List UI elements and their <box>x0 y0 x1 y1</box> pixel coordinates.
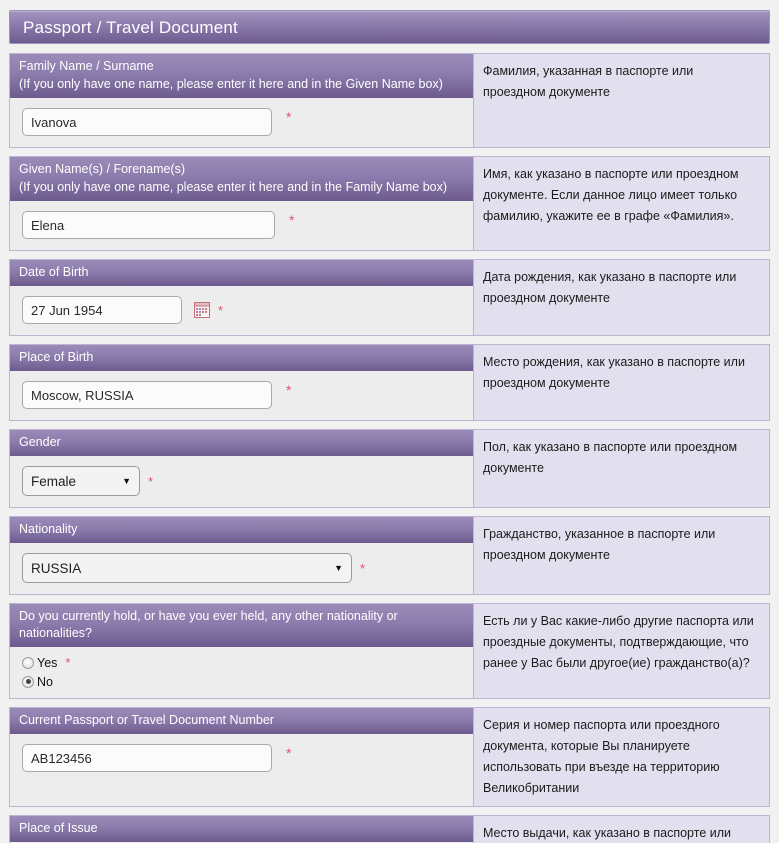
required-marker: * <box>148 473 154 489</box>
help-text-other-nationality: Есть ли у Вас какие-либо другие паспорта… <box>473 604 769 698</box>
field-label-text: Given Name(s) / Forename(s) <box>19 162 186 176</box>
family-name-input[interactable] <box>22 108 272 136</box>
required-marker: * <box>286 745 292 761</box>
field-area: * <box>10 286 473 335</box>
field-label-nationality: Nationality <box>10 517 473 543</box>
field-label-family-name: Family Name / Surname (If you only have … <box>10 54 473 98</box>
help-text-given-name: Имя, как указано в паспорте или проездно… <box>473 157 769 250</box>
field-label-date-of-birth: Date of Birth <box>10 260 473 286</box>
chevron-down-icon: ▼ <box>122 476 131 486</box>
field-area: * <box>10 734 473 783</box>
form-row-place-of-issue: Place of Issue * Место выдачи, как указа… <box>9 815 770 843</box>
field-area: RUSSIA ▼ * <box>10 543 473 594</box>
nationality-select[interactable]: RUSSIA ▼ <box>22 553 352 583</box>
required-marker: * <box>286 109 292 125</box>
field-area: * <box>10 201 473 250</box>
field-label-other-nationality: Do you currently hold, or have you ever … <box>10 604 473 647</box>
form-row-left: Given Name(s) / Forename(s) (If you only… <box>10 157 473 250</box>
required-marker: * <box>286 382 292 398</box>
required-marker: * <box>218 302 224 318</box>
field-label-text: Do you currently hold, or have you ever … <box>19 609 398 640</box>
field-area: * <box>10 371 473 420</box>
place-of-birth-input[interactable] <box>22 381 272 409</box>
nationality-select-value: RUSSIA <box>31 560 82 576</box>
form-row-date-of-birth: Date of Birth 27 Jun 1954 * Дата рождени… <box>9 259 770 336</box>
field-label-place-of-birth: Place of Birth <box>10 345 473 371</box>
field-sublabel-text: (If you only have one name, please enter… <box>19 77 443 91</box>
help-text-family-name: Фамилия, указанная в паспорте или проезд… <box>473 54 769 147</box>
form-row-left: Date of Birth 27 Jun 1954 * <box>10 260 473 335</box>
help-text-nationality: Гражданство, указанное в паспорте или пр… <box>473 517 769 594</box>
help-text-place-of-birth: Место рождения, как указано в паспорте и… <box>473 345 769 420</box>
other-nationality-radio-group: Yes * No <box>10 647 473 698</box>
help-text-passport-number: Серия и номер паспорта или проездного до… <box>473 708 769 806</box>
form-row-nationality: Nationality RUSSIA ▼ * Гражданство, указ… <box>9 516 770 595</box>
field-label-text: Nationality <box>19 522 78 536</box>
form-row-passport-number: Current Passport or Travel Document Numb… <box>9 707 770 807</box>
chevron-down-icon: ▼ <box>334 563 343 573</box>
passport-number-input[interactable] <box>22 744 272 772</box>
field-label-passport-number: Current Passport or Travel Document Numb… <box>10 708 473 734</box>
field-area: * <box>10 98 473 147</box>
form-row-left: Place of Birth * <box>10 345 473 420</box>
field-sublabel-text: (If you only have one name, please enter… <box>19 180 448 194</box>
form-row-left: Nationality RUSSIA ▼ * <box>10 517 473 594</box>
required-marker: * <box>289 212 295 228</box>
form-row-left: Do you currently hold, or have you ever … <box>10 604 473 698</box>
form-row-left: Gender Female ▼ * <box>10 430 473 507</box>
field-label-text: Place of Issue <box>19 821 98 835</box>
help-text-gender: Пол, как указано в паспорте или проездно… <box>473 430 769 507</box>
help-text-place-of-issue: Место выдачи, как указано в паспорте или… <box>473 816 769 843</box>
radio-button-yes[interactable] <box>22 656 34 669</box>
field-label-text: Date of Birth <box>19 265 89 279</box>
help-text-date-of-birth: Дата рождения, как указано в паспорте ил… <box>473 260 769 335</box>
form-row-family-name: Family Name / Surname (If you only have … <box>9 53 770 148</box>
form-row-left: Place of Issue * <box>10 816 473 843</box>
form-row-gender: Gender Female ▼ * Пол, как указано в пас… <box>9 429 770 508</box>
form-row-given-name: Given Name(s) / Forename(s) (If you only… <box>9 156 770 251</box>
date-of-birth-input[interactable] <box>22 296 182 324</box>
radio-label-yes: Yes <box>37 655 58 670</box>
radio-option-yes[interactable]: Yes * <box>22 653 473 672</box>
radio-button-no[interactable] <box>22 675 34 688</box>
calendar-icon[interactable] <box>194 302 210 318</box>
field-label-given-name: Given Name(s) / Forename(s) (If you only… <box>10 157 473 201</box>
field-label-text: Family Name / Surname <box>19 59 154 73</box>
gender-select[interactable]: Female ▼ <box>22 466 140 496</box>
radio-option-no[interactable]: No <box>22 672 473 691</box>
required-marker: * <box>65 655 71 670</box>
form-row-left: Family Name / Surname (If you only have … <box>10 54 473 147</box>
field-label-text: Current Passport or Travel Document Numb… <box>19 713 274 727</box>
field-label-place-of-issue: Place of Issue <box>10 816 473 842</box>
given-name-input[interactable] <box>22 211 275 239</box>
radio-label-no: No <box>37 674 53 689</box>
field-label-text: Gender <box>19 435 61 449</box>
form-row-place-of-birth: Place of Birth * Место рождения, как ука… <box>9 344 770 421</box>
form-row-other-nationality: Do you currently hold, or have you ever … <box>9 603 770 699</box>
gender-select-value: Female <box>31 473 77 489</box>
field-label-text: Place of Birth <box>19 350 94 364</box>
page-title: Passport / Travel Document <box>9 10 770 44</box>
field-label-gender: Gender <box>10 430 473 456</box>
passport-form-page: Passport / Travel Document Family Name /… <box>0 0 779 843</box>
form-row-left: Current Passport or Travel Document Numb… <box>10 708 473 806</box>
field-area: Female ▼ * <box>10 456 473 507</box>
required-marker: * <box>360 560 366 576</box>
